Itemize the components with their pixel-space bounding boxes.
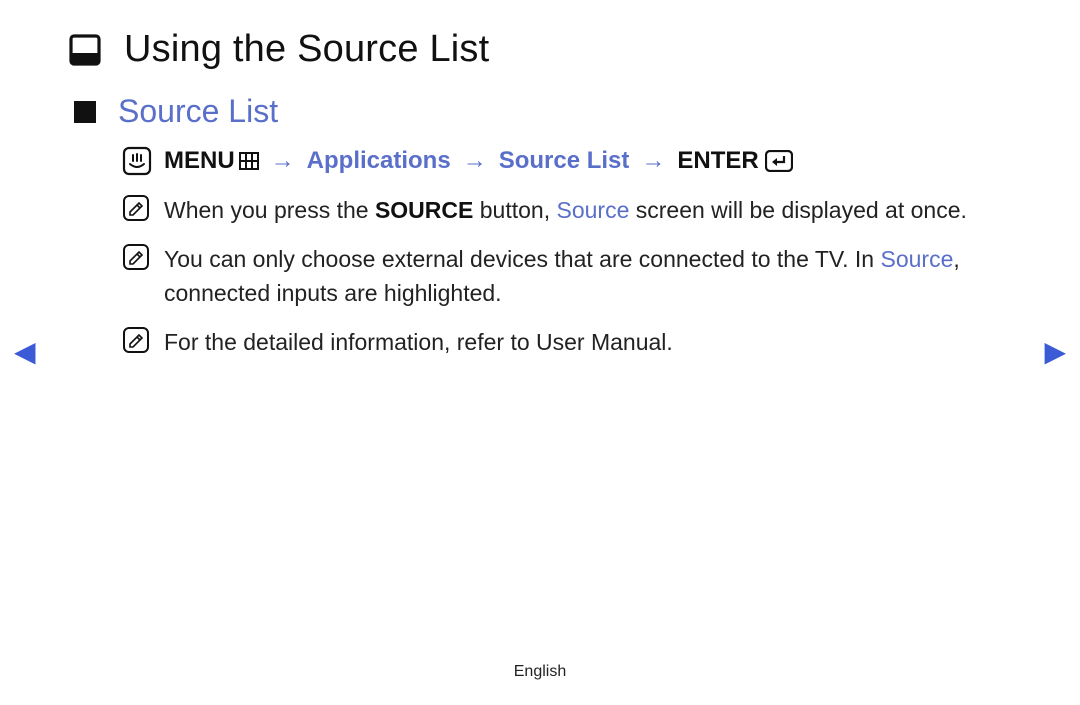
note-row-1: When you press the SOURCE button, Source… [122,194,1012,227]
note-icon [122,243,150,271]
note-row-2: You can only choose external devices tha… [122,243,1012,310]
menu-grid-icon [239,152,259,170]
section-title: Source List [118,93,278,130]
path-arrow-1: → [271,147,295,175]
section-title-row: Source List [74,93,1012,130]
path-arrow-2: → [463,147,487,175]
note-1-mid: button, [473,197,556,223]
page-title: Using the Source List [124,28,489,71]
note-2-pre: You can only choose external devices tha… [164,246,880,272]
note-2-blue: Source [880,246,953,272]
path-menu-label: MENU [164,147,235,175]
note-1-text: When you press the SOURCE button, Source… [164,194,967,227]
note-1-bold: SOURCE [375,197,473,223]
note-2-text: You can only choose external devices tha… [164,243,1012,310]
chapter-icon [68,33,102,67]
note-row-3: For the detailed information, refer to U… [122,326,1012,359]
manual-page: ◀ ▶ Using the Source List Source List ME… [0,0,1080,705]
path-source-list: Source List [499,147,630,175]
note-1-blue: Source [556,197,629,223]
path-arrow-3: → [641,147,665,175]
section-bullet-icon [74,101,96,123]
note-icon [122,194,150,222]
note-1-pre: When you press the [164,197,375,223]
note-icon [122,326,150,354]
menu-path: MENU → Applications → Source List → ENTE… [122,146,1012,176]
note-1-post: screen will be displayed at once. [629,197,967,223]
next-page-arrow[interactable]: ▶ [1044,338,1066,366]
remote-icon [122,146,152,176]
page-title-row: Using the Source List [68,28,1012,71]
path-applications: Applications [307,147,451,175]
footer-language: English [0,663,1080,681]
prev-page-arrow[interactable]: ◀ [14,338,36,366]
note-3-text: For the detailed information, refer to U… [164,326,673,359]
path-enter-label: ENTER [677,147,758,175]
enter-icon [765,150,793,172]
